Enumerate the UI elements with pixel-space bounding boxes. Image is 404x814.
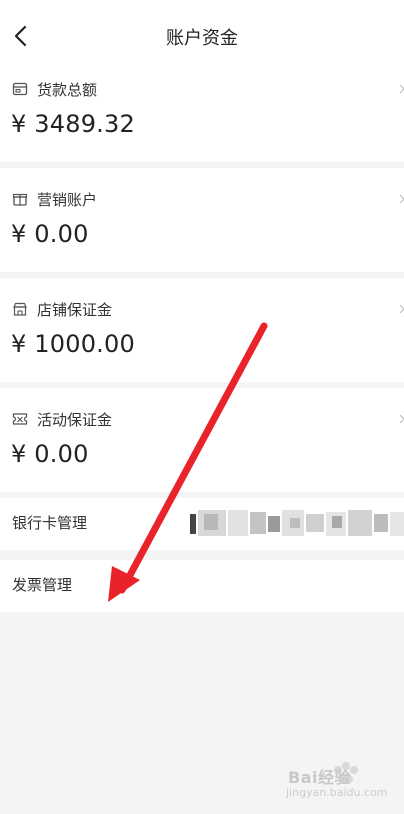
chevron-right-icon <box>400 304 404 314</box>
ticket-icon <box>12 413 28 425</box>
card-label: 营销账户 <box>37 190 98 209</box>
page-title: 账户资金 <box>166 28 238 49</box>
card-marketing-account[interactable]: 营销账户 ¥ 0.00 <box>0 168 404 272</box>
card-goods-total[interactable]: 货款总额 ¥ 3489.32 <box>0 58 404 162</box>
chevron-right-icon <box>400 194 404 204</box>
invoice-management-row[interactable]: 发票管理 <box>0 560 404 612</box>
card-activity-deposit[interactable]: 活动保证金 ¥ 0.00 <box>0 388 404 492</box>
card-label: 货款总额 <box>37 80 98 99</box>
card-label-row: 活动保证金 <box>12 408 112 430</box>
bank-card-management-row[interactable]: 银行卡管理 <box>0 498 404 550</box>
card-store-deposit[interactable]: 店铺保证金 ¥ 1000.00 <box>0 278 404 382</box>
card-amount: ¥ 3489.32 <box>11 110 135 138</box>
chevron-right-icon <box>400 84 404 94</box>
redacted-mosaic <box>190 510 404 536</box>
wallet-icon <box>12 82 28 96</box>
card-label: 活动保证金 <box>37 410 113 429</box>
row-label: 银行卡管理 <box>12 514 88 532</box>
watermark-brand: Bai经验 <box>288 768 351 787</box>
card-amount: ¥ 0.00 <box>11 220 89 248</box>
row-label: 发票管理 <box>12 576 73 594</box>
card-label-row: 营销账户 <box>12 188 97 210</box>
shop-icon <box>13 302 27 316</box>
card-label: 店铺保证金 <box>37 300 113 319</box>
chevron-right-icon <box>400 414 404 424</box>
card-label-row: 店铺保证金 <box>12 298 112 320</box>
card-amount: ¥ 1000.00 <box>11 330 135 358</box>
watermark-domain: jingyan.baidu.com <box>286 786 388 799</box>
gift-icon <box>12 193 28 206</box>
card-amount: ¥ 0.00 <box>11 440 89 468</box>
card-label-row: 货款总额 <box>12 78 97 100</box>
